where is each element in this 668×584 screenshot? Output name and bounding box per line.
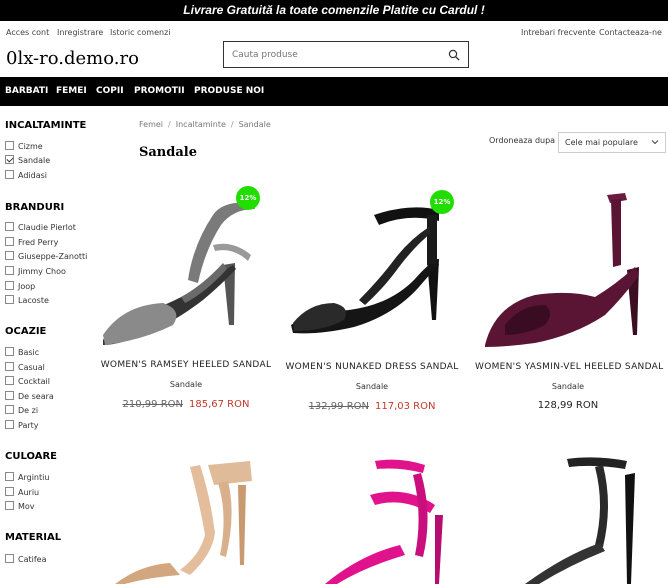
product-image[interactable] bbox=[475, 185, 661, 355]
product-name[interactable]: WOMEN'S NUNAKED DRESS SANDAL bbox=[279, 362, 465, 372]
facet-option[interactable]: Claudie Pierlot bbox=[5, 222, 76, 233]
checkbox[interactable] bbox=[5, 237, 14, 246]
nav-barbati[interactable]: BARBATI bbox=[5, 77, 48, 106]
site-logo[interactable]: 0lx-ro.demo.ro bbox=[6, 48, 139, 69]
checkbox[interactable] bbox=[5, 420, 14, 429]
checkbox[interactable] bbox=[5, 222, 14, 231]
checkbox[interactable] bbox=[5, 405, 14, 414]
facet-option[interactable]: Catifea bbox=[5, 554, 47, 565]
search-icon[interactable] bbox=[448, 49, 460, 61]
facet-option[interactable]: De zi bbox=[5, 405, 38, 416]
breadcrumb-femei[interactable]: Femei bbox=[139, 120, 163, 129]
product-card[interactable]: WOMEN'S NUNAKED DRESS SANDAL Sandale 132… bbox=[279, 185, 465, 445]
product-image[interactable] bbox=[93, 185, 279, 355]
promo-banner: Livrare Gratuită la toate comenzile Plat… bbox=[0, 0, 668, 21]
product-category: Sandale bbox=[551, 382, 585, 391]
facet-title-material: MATERIAL bbox=[5, 532, 62, 543]
breadcrumb-incaltaminte[interactable]: Incaltaminte bbox=[176, 120, 226, 129]
facet-option[interactable]: Fred Perry bbox=[5, 237, 58, 248]
facet-option[interactable]: Basic bbox=[5, 347, 39, 358]
nav-copii[interactable]: COPII bbox=[96, 77, 124, 106]
faq-link[interactable]: Intrebari frecvente bbox=[521, 28, 596, 37]
product-price: 132,99 RON 117,03 RON bbox=[279, 401, 465, 412]
product-name[interactable]: WOMEN'S RAMSEY HEELED SANDAL bbox=[93, 360, 279, 370]
sale-price: 117,03 RON bbox=[375, 401, 436, 412]
checkbox[interactable] bbox=[5, 472, 14, 481]
checkbox[interactable] bbox=[5, 487, 14, 496]
checkbox[interactable] bbox=[5, 170, 14, 179]
register-link[interactable]: Inregistrare bbox=[57, 28, 103, 37]
product-card[interactable]: WOMEN'S YASMIN-VEL HEELED SANDAL Sandale… bbox=[475, 185, 663, 445]
checkbox[interactable] bbox=[5, 281, 14, 290]
facet-option[interactable]: Mov bbox=[5, 501, 35, 512]
facet-title-incaltaminte: INCALTAMINTE bbox=[5, 120, 87, 131]
checkbox[interactable] bbox=[5, 141, 14, 150]
facet-option[interactable]: De seara bbox=[5, 391, 54, 402]
checkbox[interactable] bbox=[5, 347, 14, 356]
facet-option[interactable]: Auriu bbox=[5, 487, 39, 498]
facet-option[interactable]: Cizme bbox=[5, 141, 43, 152]
account-link[interactable]: Acces cont bbox=[6, 28, 49, 37]
facet-option[interactable]: Party bbox=[5, 420, 39, 431]
search-box bbox=[223, 41, 469, 68]
checkbox[interactable] bbox=[5, 295, 14, 304]
price: 128,99 RON bbox=[537, 400, 599, 411]
nav-femei[interactable]: FEMEI bbox=[56, 77, 87, 106]
product-price: 128,99 RON bbox=[475, 400, 661, 411]
checkbox[interactable] bbox=[5, 376, 14, 385]
facet-option[interactable]: Giuseppe-Zanotti bbox=[5, 251, 87, 262]
order-history-link[interactable]: Istoric comenzi bbox=[110, 28, 171, 37]
checkbox[interactable] bbox=[5, 391, 14, 400]
checkbox[interactable] bbox=[5, 554, 14, 563]
contact-link[interactable]: Contacteaza-ne bbox=[599, 28, 662, 37]
facet-option[interactable]: Jimmy Choo bbox=[5, 266, 66, 277]
facet-option[interactable]: Lacoste bbox=[5, 295, 49, 306]
nav-produse-noi[interactable]: PRODUSE NOI bbox=[194, 77, 264, 106]
facet-title-ocazie: OCAZIE bbox=[5, 326, 47, 337]
search-input[interactable] bbox=[224, 42, 434, 68]
main-nav: BARBATI FEMEI COPII PROMOTII PRODUSE NOI bbox=[0, 77, 668, 106]
old-price: 132,99 RON bbox=[308, 401, 369, 412]
breadcrumb-current: Sandale bbox=[238, 120, 271, 129]
product-price: 210,99 RON 185,67 RON bbox=[93, 399, 279, 410]
checkbox[interactable] bbox=[5, 251, 14, 260]
product-category: Sandale bbox=[169, 380, 203, 389]
chevron-down-icon bbox=[651, 140, 659, 145]
discount-badge: 12% bbox=[236, 186, 260, 210]
sort-label: Ordoneaza dupa bbox=[489, 136, 556, 145]
product-image[interactable] bbox=[100, 455, 270, 584]
facet-option[interactable]: Cocktail bbox=[5, 376, 50, 387]
sort-select[interactable]: Cele mai populare bbox=[558, 132, 666, 153]
nav-promotii[interactable]: PROMOTII bbox=[134, 77, 185, 106]
checkbox[interactable] bbox=[5, 362, 14, 371]
facet-option[interactable]: Argintiu bbox=[5, 472, 49, 483]
facet-option[interactable]: Sandale bbox=[5, 155, 50, 166]
old-price: 210,99 RON bbox=[122, 399, 183, 410]
facet-option[interactable]: Joop bbox=[5, 281, 35, 292]
product-card[interactable]: WOMEN'S RAMSEY HEELED SANDAL Sandale 210… bbox=[93, 185, 279, 445]
sale-price: 185,67 RON bbox=[189, 399, 250, 410]
facet-option[interactable]: Casual bbox=[5, 362, 45, 373]
checkbox[interactable] bbox=[5, 266, 14, 275]
product-image[interactable] bbox=[495, 455, 665, 584]
facet-option[interactable]: Adidasi bbox=[5, 170, 47, 181]
discount-badge: 12% bbox=[430, 190, 454, 214]
product-category: Sandale bbox=[355, 382, 389, 391]
facet-title-branduri: BRANDURI bbox=[5, 202, 65, 213]
facet-title-culoare: CULOARE bbox=[5, 451, 57, 462]
checkbox-checked[interactable] bbox=[5, 155, 14, 164]
breadcrumb: Femei / Incaltaminte / Sandale bbox=[139, 120, 271, 129]
page-title: Sandale bbox=[139, 145, 197, 160]
product-image[interactable] bbox=[305, 455, 465, 584]
checkbox[interactable] bbox=[5, 501, 14, 510]
product-name[interactable]: WOMEN'S YASMIN-VEL HEELED SANDAL bbox=[475, 362, 663, 372]
